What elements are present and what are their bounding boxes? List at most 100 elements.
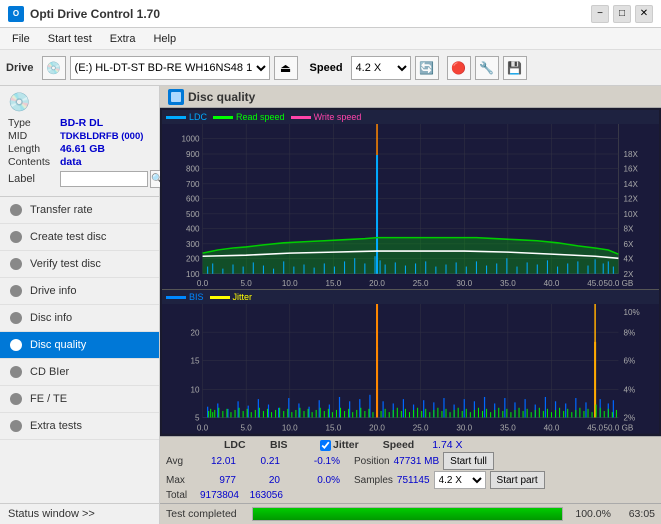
menu-start-test[interactable]: Start test [40, 31, 100, 47]
max-ldc: 977 [200, 475, 236, 486]
total-bis: 163056 [247, 490, 283, 501]
legend-jitter: Jitter [210, 292, 253, 302]
legend-ldc: LDC [166, 112, 207, 122]
svg-text:10.0: 10.0 [282, 423, 298, 433]
toolbar: Drive 💿 (E:) HL-DT-ST BD-RE WH16NS48 1.D… [0, 50, 661, 86]
avg-jitter: -0.1% [304, 456, 340, 467]
samples-label: Samples [354, 475, 393, 486]
status-window-label: Status window >> [8, 508, 95, 520]
close-button[interactable]: ✕ [635, 5, 653, 23]
svg-text:10.0: 10.0 [282, 279, 298, 288]
start-full-button[interactable]: Start full [443, 452, 494, 470]
top-chart-svg: 100 200 300 400 500 600 700 800 900 1000… [162, 124, 659, 289]
progress-area: Test completed 100.0% 63:05 [160, 503, 661, 524]
drive-info-icon [8, 283, 24, 299]
extra-tests-icon [8, 418, 24, 434]
mid-value: TDKBLDRFB (000) [60, 131, 143, 142]
transfer-rate-icon [8, 202, 24, 218]
jitter-checkbox[interactable] [320, 440, 331, 451]
menu-file[interactable]: File [4, 31, 38, 47]
refresh-button[interactable]: 🔄 [415, 56, 439, 80]
speed-select[interactable]: 4.2 X [351, 56, 411, 80]
save-button[interactable]: 💾 [503, 56, 527, 80]
sidebar-item-disc-info[interactable]: Disc info [0, 305, 159, 332]
sidebar-item-cd-bier[interactable]: CD BIer [0, 359, 159, 386]
titlebar: O Opti Drive Control 1.70 − □ ✕ [0, 0, 661, 28]
speed-label: Speed [310, 62, 343, 74]
svg-text:20: 20 [191, 327, 200, 337]
length-label: Length [8, 143, 60, 155]
disc-info-icon [8, 310, 24, 326]
nav-label: Create test disc [30, 231, 106, 243]
progress-percent: 100.0% [569, 508, 611, 520]
bottom-chart: BIS Jitter [162, 290, 659, 434]
bottom-chart-svg: 5 10 15 20 2% 4% 6% 8% 10% 0.0 5.0 10.0 [162, 304, 659, 434]
speed-stat-label: Speed [383, 439, 415, 451]
menubar: File Start test Extra Help [0, 28, 661, 50]
svg-text:25.0: 25.0 [413, 423, 429, 433]
svg-text:10%: 10% [624, 307, 641, 317]
drive-icon-button[interactable]: 💿 [42, 56, 66, 80]
status-window-button[interactable]: Status window >> [0, 503, 159, 524]
label-label: Label [8, 173, 60, 185]
svg-text:500: 500 [186, 210, 200, 219]
disc-quality-icon-header [168, 89, 184, 105]
max-bis: 20 [244, 475, 280, 486]
total-ldc: 9173804 [200, 490, 239, 501]
svg-text:10X: 10X [624, 210, 639, 219]
svg-text:8X: 8X [624, 224, 634, 233]
speed-select-stats[interactable]: 4.2 X [434, 471, 486, 489]
svg-text:15.0: 15.0 [326, 279, 342, 288]
avg-ldc: 12.01 [200, 456, 236, 467]
maximize-button[interactable]: □ [613, 5, 631, 23]
window-controls: − □ ✕ [591, 5, 653, 23]
svg-text:30.0: 30.0 [456, 279, 472, 288]
minimize-button[interactable]: − [591, 5, 609, 23]
sidebar-item-drive-info[interactable]: Drive info [0, 278, 159, 305]
stats-header-ldc [166, 439, 196, 451]
menu-help[interactable]: Help [145, 31, 184, 47]
contents-value: data [60, 156, 82, 168]
nav-label: CD BIer [30, 366, 69, 378]
eject-button[interactable]: ⏏ [274, 56, 298, 80]
svg-text:10: 10 [191, 385, 200, 395]
max-jitter: 0.0% [304, 475, 340, 486]
label-input[interactable] [60, 171, 148, 187]
svg-text:200: 200 [186, 254, 200, 263]
svg-text:50.0 GB: 50.0 GB [604, 279, 634, 288]
drive-select[interactable]: (E:) HL-DT-ST BD-RE WH16NS48 1.D3 [70, 56, 270, 80]
svg-text:800: 800 [186, 164, 200, 173]
sidebar-item-disc-quality[interactable]: Disc quality [0, 332, 159, 359]
nav-label: Verify test disc [30, 258, 101, 270]
svg-text:50.0 GB: 50.0 GB [604, 423, 634, 433]
settings-button[interactable]: 🔴 [447, 56, 471, 80]
disc-panel: 💿 Type BD-R DL MID TDKBLDRFB (000) Lengt… [0, 86, 159, 197]
svg-text:6%: 6% [624, 355, 636, 365]
svg-text:45.0: 45.0 [587, 423, 603, 433]
max-label: Max [166, 475, 196, 486]
main-area: 💿 Type BD-R DL MID TDKBLDRFB (000) Lengt… [0, 86, 661, 524]
sidebar-item-extra-tests[interactable]: Extra tests [0, 413, 159, 440]
charts-area: LDC Read speed Write speed [160, 108, 661, 436]
start-part-button[interactable]: Start part [490, 471, 545, 489]
svg-text:300: 300 [186, 240, 200, 249]
svg-text:18X: 18X [624, 150, 639, 159]
sidebar-item-verify-test-disc[interactable]: Verify test disc [0, 251, 159, 278]
svg-text:400: 400 [186, 224, 200, 233]
svg-text:20.0: 20.0 [369, 279, 385, 288]
sidebar-item-fe-te[interactable]: FE / TE [0, 386, 159, 413]
total-label: Total [166, 490, 196, 501]
cd-bier-icon [8, 364, 24, 380]
menu-extra[interactable]: Extra [102, 31, 144, 47]
create-test-disc-icon [8, 229, 24, 245]
legend-write-speed: Write speed [291, 112, 362, 122]
svg-text:25.0: 25.0 [413, 279, 429, 288]
sidebar-item-create-test-disc[interactable]: Create test disc [0, 224, 159, 251]
mid-label: MID [8, 130, 60, 142]
svg-text:35.0: 35.0 [500, 279, 516, 288]
tools-button[interactable]: 🔧 [475, 56, 499, 80]
stats-header-bis-label: BIS [270, 439, 300, 451]
top-chart-inner: 100 200 300 400 500 600 700 800 900 1000… [162, 124, 659, 289]
sidebar-item-transfer-rate[interactable]: Transfer rate [0, 197, 159, 224]
disc-quality-title: Disc quality [188, 90, 255, 104]
